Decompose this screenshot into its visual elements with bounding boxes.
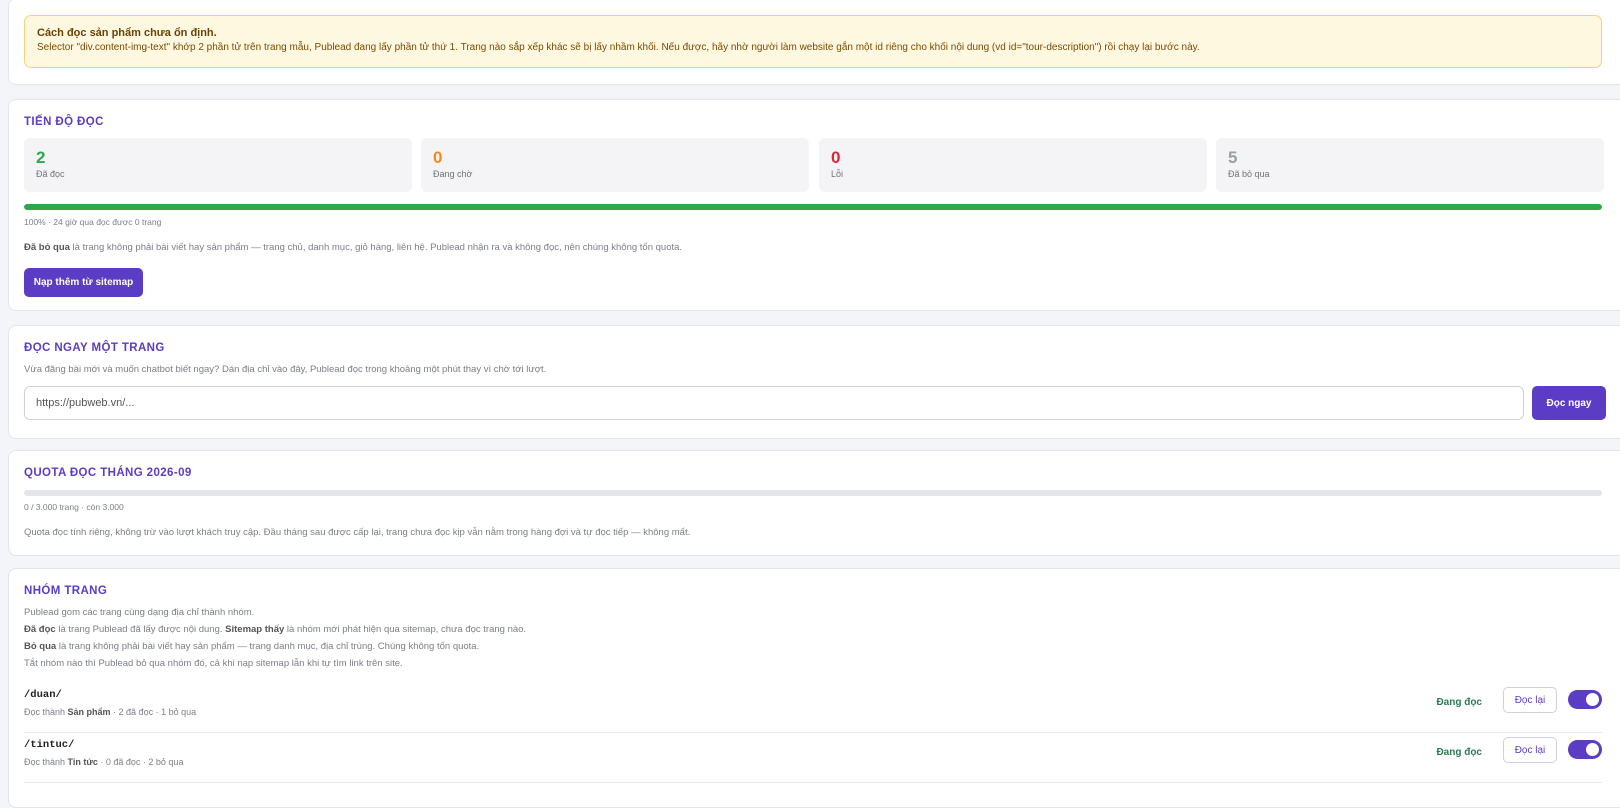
group-row: /tintuc/ Đọc thành Tin tức · 0 đã đọc · …	[24, 733, 1602, 781]
progress-note-bold: Đã bỏ qua	[24, 242, 70, 253]
read-now-card: ĐỌC NGAY MỘT TRANG Vừa đăng bài mới và m…	[8, 325, 1620, 439]
stat-value: 0	[831, 148, 841, 167]
groups-desc-2-bold-2: Sitemap thấy	[225, 624, 285, 635]
groups-desc-4: Tắt nhóm nào thì Publead bỏ qua nhóm đó,…	[24, 658, 403, 669]
group-meta-pre: Đọc thành	[24, 707, 68, 717]
stat-error: 0 Lỗi	[819, 138, 1207, 192]
quota-bar	[24, 490, 1602, 496]
group-meta-pre: Đọc thành	[24, 757, 68, 767]
groups-desc-2-text-1: là trang Publead đã lấy được nội dung.	[55, 624, 226, 635]
groups-desc-2: Đã đọc là trang Publead đã lấy được nội …	[24, 624, 526, 635]
stat-pending: 0 Đang chờ	[421, 138, 809, 192]
group-path: /tintuc/	[24, 739, 75, 751]
progress-bar	[24, 204, 1602, 210]
group-status: Đang đọc	[1436, 697, 1482, 708]
progress-note-text: là trang không phải bài viết hay sản phẩ…	[69, 242, 683, 253]
progress-bar-fill	[24, 204, 1602, 210]
group-toggle[interactable]	[1568, 690, 1602, 709]
groups-card: NHÓM TRANG Publead gom các trang cùng dạ…	[8, 568, 1620, 808]
groups-desc-3-bold: Bỏ qua	[24, 641, 57, 652]
quota-desc: Quota đọc tính riêng, không trừ vào lượt…	[24, 527, 691, 538]
row-divider	[24, 782, 1602, 783]
groups-title: NHÓM TRANG	[24, 585, 108, 597]
warning-card: Cách đọc sản phẩm chưa ổn định. Selector…	[8, 0, 1620, 85]
read-now-title: ĐỌC NGAY MỘT TRANG	[24, 342, 165, 354]
progress-summary: 100% · 24 giờ qua đọc được 0 trang	[24, 217, 162, 227]
stat-label: Đã đọc	[36, 169, 65, 179]
warning-title: Cách đọc sản phẩm chưa ổn định.	[37, 27, 217, 39]
progress-card: TIẾN ĐỘ ĐỌC 2 Đã đọc 0 Đang chờ 0 Lỗi 5 …	[8, 99, 1620, 311]
group-status: Đang đọc	[1436, 747, 1482, 758]
read-now-button[interactable]: Đọc ngay	[1532, 386, 1606, 420]
warning-body: Selector "div.content-img-text" khớp 2 p…	[37, 42, 1200, 53]
toggle-knob	[1586, 693, 1599, 706]
group-row: /duan/ Đọc thành Sản phẩm · 2 đã đọc · 1…	[24, 683, 1602, 731]
group-meta-type: Tin tức	[67, 757, 98, 767]
progress-note: Đã bỏ qua là trang không phải bài viết h…	[24, 242, 682, 253]
load-sitemap-button[interactable]: Nạp thêm từ sitemap	[24, 268, 143, 297]
stat-label: Đang chờ	[433, 169, 473, 179]
progress-title: TIẾN ĐỘ ĐỌC	[24, 116, 104, 128]
group-meta: Đọc thành Tin tức · 0 đã đọc · 2 bỏ qua	[24, 757, 183, 767]
group-toggle[interactable]	[1568, 740, 1602, 759]
quota-card: QUOTA ĐỌC THÁNG 2026-09 0 / 3.000 trang …	[8, 450, 1620, 556]
group-meta: Đọc thành Sản phẩm · 2 đã đọc · 1 bỏ qua	[24, 707, 196, 717]
groups-desc-3: Bỏ qua là trang không phải bài viết hay …	[24, 641, 479, 652]
quota-summary: 0 / 3.000 trang · còn 3.000	[24, 502, 124, 512]
stat-label: Đã bỏ qua	[1228, 169, 1270, 179]
groups-desc-3-text: là trang không phải bài viết hay sản phẩ…	[56, 641, 480, 652]
group-meta-post: · 0 đã đọc · 2 bỏ qua	[97, 757, 184, 767]
url-input[interactable]	[24, 386, 1524, 420]
stat-value: 0	[433, 148, 443, 167]
stat-value: 5	[1228, 148, 1238, 167]
stat-skipped: 5 Đã bỏ qua	[1216, 138, 1604, 192]
group-meta-type: Sản phẩm	[67, 707, 111, 717]
warning-alert: Cách đọc sản phẩm chưa ổn định. Selector…	[24, 15, 1602, 68]
groups-desc-1: Publead gom các trang cùng dạng địa chỉ …	[24, 607, 255, 618]
group-path: /duan/	[24, 689, 62, 701]
stat-read: 2 Đã đọc	[24, 138, 412, 192]
reread-button[interactable]: Đọc lại	[1503, 687, 1557, 713]
toggle-knob	[1586, 743, 1599, 756]
groups-desc-2-bold-1: Đã đọc	[24, 624, 56, 635]
reread-button[interactable]: Đọc lại	[1503, 737, 1557, 763]
group-meta-post: · 2 đã đọc · 1 bỏ qua	[110, 707, 197, 717]
stat-value: 2	[36, 148, 46, 167]
groups-desc-2-text-2: là nhóm mới phát hiện qua sitemap, chưa …	[284, 624, 527, 635]
quota-title: QUOTA ĐỌC THÁNG 2026-09	[24, 467, 192, 479]
stat-label: Lỗi	[831, 169, 844, 179]
read-now-desc: Vừa đăng bài mới và muốn chatbot biết ng…	[24, 364, 547, 375]
